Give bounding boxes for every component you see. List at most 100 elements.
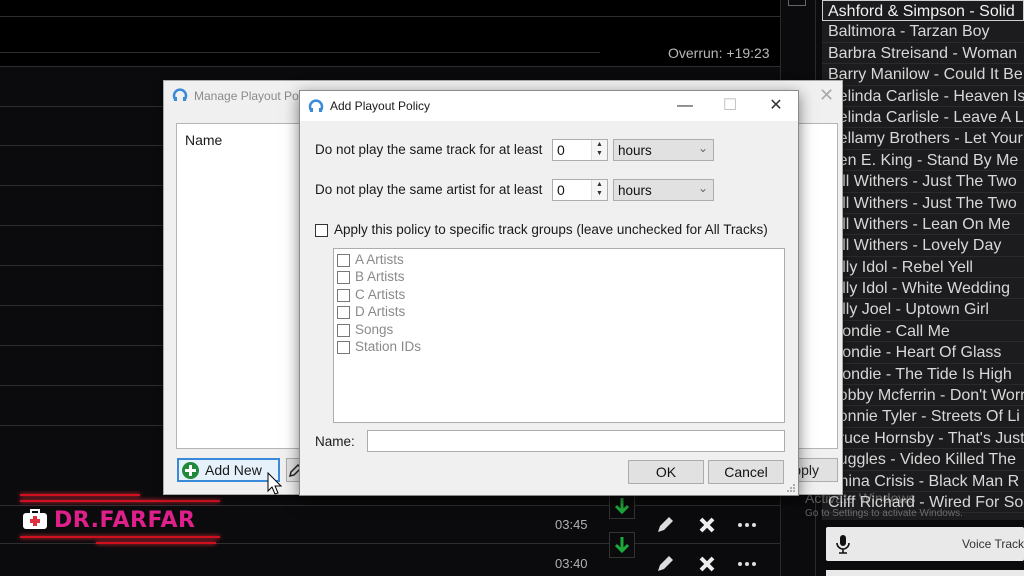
playlist-item[interactable]: Bill Withers - Just The Two [822,193,1024,214]
track-group-checkbox[interactable] [337,341,350,354]
divider [0,225,165,226]
channel-logo: DR.FARFAR [16,494,220,546]
playlist-item[interactable]: Ashford & Simpson - Solid [822,0,1024,22]
track-group-label: C Artists [355,286,406,302]
divider [0,145,165,146]
move-down-button[interactable] [609,532,635,558]
divider [0,425,165,426]
playlist-item[interactable]: Blondie - Heart Of Glass [822,342,1024,364]
artist-interval-value: 0 [557,182,565,198]
playlist-item[interactable]: China Crisis - Black Man R [822,471,1024,492]
logo-text: DR.FARFAR [54,508,196,533]
divider [0,185,165,186]
top-band [0,0,780,66]
playlist-item[interactable]: Billy Joel - Uptown Girl [822,299,1024,321]
more-options-button[interactable] [736,514,758,536]
divider [0,16,780,17]
voice-track-label: Voice Track [961,537,1024,551]
playlist-item[interactable]: Bill Withers - Just The Two [822,171,1024,193]
delete-row-button[interactable] [696,553,718,575]
divider [0,265,165,266]
edit-row-button[interactable] [654,553,676,575]
ellipsis-icon [738,523,756,527]
edit-row-button[interactable] [654,514,676,536]
overrun-label: Overrun: +19:23 [668,45,770,61]
ellipsis-icon [738,562,756,566]
activate-windows-subtitle: Go to Settings to activate Windows. [805,508,963,519]
mouse-cursor-icon [267,472,283,495]
playlist-item[interactable]: Bruce Hornsby - That's Just [822,428,1024,450]
playlist-item[interactable]: Blondie - The Tide Is High [822,364,1024,386]
playlist-item[interactable]: Blondie - Call Me [822,321,1024,343]
title-bar[interactable]: Add Playout Policy — ☐ ✕ [300,91,798,121]
playlist-item[interactable]: Baltimora - Tarzan Boy [822,21,1024,43]
playlist-item[interactable]: Bill Withers - Lean On Me [822,214,1024,236]
spinner-arrows-icon[interactable]: ▲ ▼ [591,140,607,160]
track-group-checkbox[interactable] [337,288,350,302]
artist-interval-spinner[interactable]: 0 ▲ ▼ [552,179,608,201]
playlist-item[interactable]: Belinda Carlisle - Leave A Light [822,107,1024,129]
ok-button[interactable]: OK [628,460,704,484]
artist-unit-dropdown[interactable]: hours ⌄ [613,179,714,201]
playlist-item[interactable]: Bellamy Brothers - Let Your [822,128,1024,150]
track-library-list[interactable]: Ashford & Simpson - Solid Baltimora - Tar… [822,0,1024,520]
column-header-name[interactable]: Name [185,132,222,148]
voice-track-button[interactable]: Voice Track [826,527,1024,561]
chevron-down-icon: ⌄ [697,181,708,195]
resize-grip-icon[interactable] [786,483,796,493]
track-unit-dropdown[interactable]: hours ⌄ [613,139,714,161]
add-new-label: Add New [205,462,262,478]
track-group-label: A Artists [355,252,404,267]
dialog-title: Add Playout Policy [330,99,431,113]
close-button[interactable]: ✕ [761,95,791,117]
add-new-button[interactable]: Add New [177,458,280,482]
playlist-item[interactable]: Buggles - Video Killed The [822,449,1024,471]
maximize-button[interactable]: ☐ [715,95,745,117]
playlist-item[interactable]: Billy Idol - Rebel Yell [822,257,1024,279]
artist-unit-value: hours [618,183,652,198]
arrow-down-icon [614,537,630,554]
cancel-button[interactable]: Cancel [708,460,784,484]
arrow-down-icon [614,498,630,515]
track-groups-list[interactable]: A Artists B Artists C Artists D Artists Song… [333,248,785,423]
minimize-button[interactable]: — [670,95,700,117]
playlist-item[interactable]: Bill Withers - Lovely Day [822,235,1024,257]
playlist-item[interactable]: Barbra Streisand - Woman [822,43,1024,65]
apply-groups-label[interactable]: Apply this policy to specific track grou… [334,222,768,237]
spinner-arrows-icon[interactable]: ▲ ▼ [591,180,607,200]
secondary-button[interactable] [826,570,1024,576]
close-icon: ✕ [769,97,783,114]
more-options-button[interactable] [736,553,758,575]
playlist-item[interactable]: Bobby Mcferrin - Don't Worry [822,385,1024,407]
playlist-item[interactable]: Barry Manilow - Could It Be [822,64,1024,86]
app-icon [308,99,324,112]
playlist-item[interactable]: Billy Idol - White Wedding [822,278,1024,300]
pencil-icon [658,517,673,532]
divider [0,66,780,67]
row-duration: 03:40 [555,556,588,571]
close-button[interactable]: ✕ [819,85,834,106]
plus-circle-icon [182,462,199,479]
panel-toggle-button[interactable] [788,0,806,6]
track-group-checkbox[interactable] [337,306,350,320]
playlist-item[interactable]: Ben E. King - Stand By Me [822,150,1024,172]
playlist-item[interactable]: Belinda Carlisle - Heaven Is [822,86,1024,107]
apply-groups-checkbox[interactable] [315,224,328,237]
playlist-item[interactable]: Bonnie Tyler - Streets Of Li [822,406,1024,428]
track-group-label: Songs [355,321,394,337]
divider [0,52,600,53]
track-interval-spinner[interactable]: 0 ▲ ▼ [552,139,608,161]
policy-name-input[interactable] [367,430,785,452]
track-group-checkbox[interactable] [337,271,350,285]
track-group-checkbox[interactable] [337,323,350,337]
maximize-icon: ☐ [722,97,738,114]
move-down-button[interactable] [609,493,635,519]
track-group-checkbox[interactable] [337,254,350,267]
row-duration: 03:45 [555,517,588,532]
track-group-label: D Artists [355,304,406,320]
track-group-label: B Artists [355,269,405,285]
delete-row-button[interactable] [696,514,718,536]
track-unit-value: hours [618,143,652,158]
track-rule-label: Do not play the same track for at least [315,142,543,157]
divider [0,385,165,386]
